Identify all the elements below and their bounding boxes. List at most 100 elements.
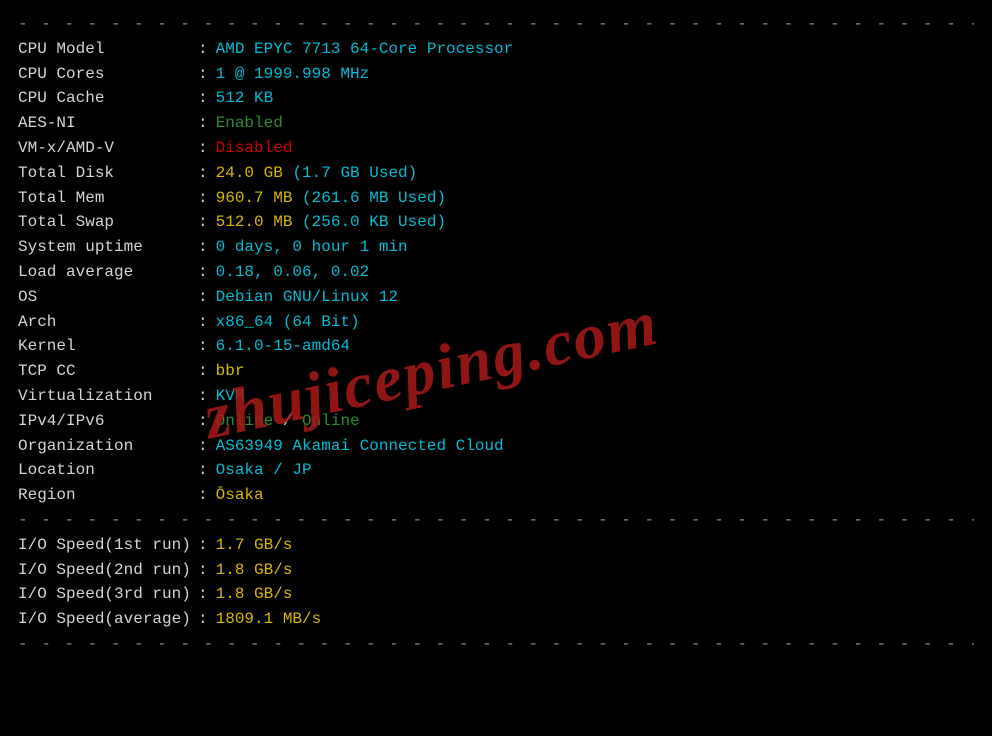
value: Ōsaka: [216, 483, 264, 508]
colon: :: [198, 235, 208, 260]
label: Total Disk: [18, 161, 198, 186]
row-kernel: Kernel : 6.1.0-15-amd64: [18, 334, 974, 359]
label: AES-NI: [18, 111, 198, 136]
label: OS: [18, 285, 198, 310]
row-arch: Arch : x86_64 (64 Bit): [18, 310, 974, 335]
colon: :: [198, 409, 208, 434]
row-organization: Organization : AS63949 Akamai Connected …: [18, 434, 974, 459]
row-load-average: Load average : 0.18, 0.06, 0.02: [18, 260, 974, 285]
value: KVM: [216, 384, 245, 409]
value: AMD EPYC 7713 64-Core Processor: [216, 37, 514, 62]
colon: :: [198, 582, 208, 607]
colon: :: [198, 434, 208, 459]
label: TCP CC: [18, 359, 198, 384]
colon: :: [198, 86, 208, 111]
label: I/O Speed(average): [18, 607, 198, 632]
row-vmx: VM-x/AMD-V : Disabled: [18, 136, 974, 161]
colon: :: [198, 136, 208, 161]
label: IPv4/IPv6: [18, 409, 198, 434]
colon: :: [198, 210, 208, 235]
value: bbr: [216, 359, 245, 384]
label: I/O Speed(2nd run): [18, 558, 198, 583]
spacer: [283, 161, 293, 186]
colon: :: [198, 310, 208, 335]
value: 0 days, 0 hour 1 min: [216, 235, 408, 260]
colon: :: [198, 483, 208, 508]
row-aes-ni: AES-NI : Enabled: [18, 111, 974, 136]
value: 512 KB: [216, 86, 274, 111]
value: Debian GNU/Linux 12: [216, 285, 398, 310]
colon: :: [198, 558, 208, 583]
row-cpu-cache: CPU Cache : 512 KB: [18, 86, 974, 111]
label: CPU Cores: [18, 62, 198, 87]
value: 512.0 MB: [216, 210, 293, 235]
value-extra: (256.0 KB Used): [302, 210, 446, 235]
colon: :: [198, 62, 208, 87]
row-io-avg: I/O Speed(average) : 1809.1 MB/s: [18, 607, 974, 632]
value: 6.1.0-15-amd64: [216, 334, 350, 359]
divider-middle: - - - - - - - - - - - - - - - - - - - - …: [18, 508, 974, 533]
label: Load average: [18, 260, 198, 285]
label: Virtualization: [18, 384, 198, 409]
colon: :: [198, 533, 208, 558]
colon: :: [198, 161, 208, 186]
divider-top: - - - - - - - - - - - - - - - - - - - - …: [18, 12, 974, 37]
colon: :: [198, 37, 208, 62]
label: Total Mem: [18, 186, 198, 211]
colon: :: [198, 607, 208, 632]
value: Enabled: [216, 111, 283, 136]
value: x86_64 (64 Bit): [216, 310, 360, 335]
value: 1809.1 MB/s: [216, 607, 322, 632]
label: Region: [18, 483, 198, 508]
row-cpu-cores: CPU Cores : 1 @ 1999.998 MHz: [18, 62, 974, 87]
value-extra: (261.6 MB Used): [302, 186, 446, 211]
row-os: OS : Debian GNU/Linux 12: [18, 285, 974, 310]
row-location: Location : Osaka / JP: [18, 458, 974, 483]
value: Disabled: [216, 136, 293, 161]
row-ipv4-ipv6: IPv4/IPv6 : Online / Online: [18, 409, 974, 434]
colon: :: [198, 285, 208, 310]
label: VM-x/AMD-V: [18, 136, 198, 161]
row-uptime: System uptime : 0 days, 0 hour 1 min: [18, 235, 974, 260]
value: 960.7 MB: [216, 186, 293, 211]
colon: :: [198, 458, 208, 483]
spacer: [292, 210, 302, 235]
label: Kernel: [18, 334, 198, 359]
colon: :: [198, 359, 208, 384]
row-virtualization: Virtualization : KVM: [18, 384, 974, 409]
value: 1.7 GB/s: [216, 533, 293, 558]
row-io-2nd: I/O Speed(2nd run) : 1.8 GB/s: [18, 558, 974, 583]
value: AS63949 Akamai Connected Cloud: [216, 434, 504, 459]
label: CPU Cache: [18, 86, 198, 111]
value: 0.18, 0.06, 0.02: [216, 260, 370, 285]
colon: :: [198, 384, 208, 409]
value: 1.8 GB/s: [216, 582, 293, 607]
label: I/O Speed(3rd run): [18, 582, 198, 607]
label: Total Swap: [18, 210, 198, 235]
value: 24.0 GB: [216, 161, 283, 186]
row-io-1st: I/O Speed(1st run) : 1.7 GB/s: [18, 533, 974, 558]
row-total-disk: Total Disk : 24.0 GB (1.7 GB Used): [18, 161, 974, 186]
colon: :: [198, 186, 208, 211]
row-total-mem: Total Mem : 960.7 MB (261.6 MB Used): [18, 186, 974, 211]
row-io-3rd: I/O Speed(3rd run) : 1.8 GB/s: [18, 582, 974, 607]
colon: :: [198, 260, 208, 285]
label: Location: [18, 458, 198, 483]
divider-bottom: - - - - - - - - - - - - - - - - - - - - …: [18, 632, 974, 657]
row-tcp-cc: TCP CC : bbr: [18, 359, 974, 384]
value: Osaka / JP: [216, 458, 312, 483]
value-ipv6: Online: [302, 409, 360, 434]
value-ipv4: Online: [216, 409, 274, 434]
row-region: Region : Ōsaka: [18, 483, 974, 508]
label: I/O Speed(1st run): [18, 533, 198, 558]
separator: /: [273, 409, 302, 434]
colon: :: [198, 111, 208, 136]
spacer: [292, 186, 302, 211]
label: CPU Model: [18, 37, 198, 62]
value: 1.8 GB/s: [216, 558, 293, 583]
label: System uptime: [18, 235, 198, 260]
value: 1 @ 1999.998 MHz: [216, 62, 370, 87]
label: Organization: [18, 434, 198, 459]
label: Arch: [18, 310, 198, 335]
row-cpu-model: CPU Model : AMD EPYC 7713 64-Core Proces…: [18, 37, 974, 62]
